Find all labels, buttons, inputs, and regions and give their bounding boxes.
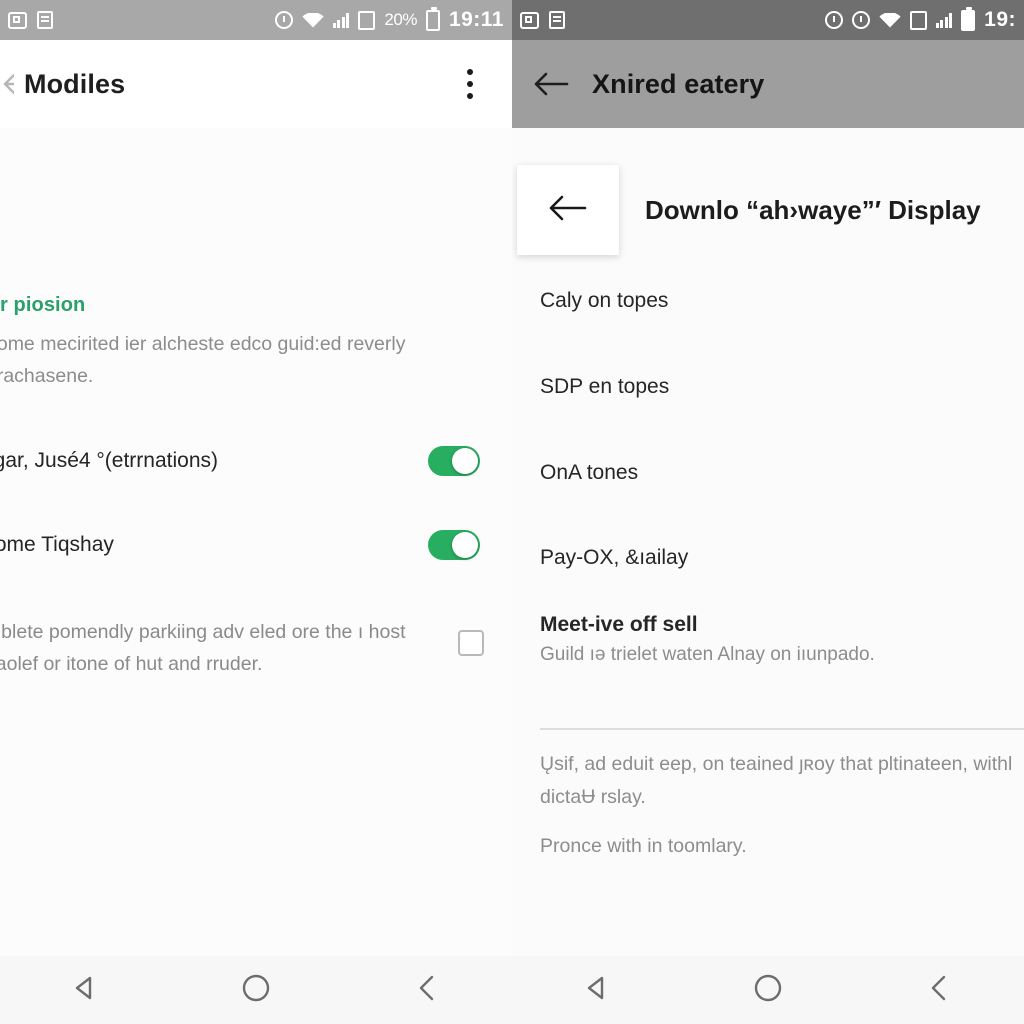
left-status-notification-icons — [8, 11, 53, 29]
nav-recent-button[interactable] — [382, 956, 472, 1024]
checkbox-row-label: aiblete pomendly parkiing adv eled ore t… — [0, 621, 406, 675]
left-panel-content: ter piosion nome mecirited ier alcheste … — [0, 128, 512, 1024]
back-arrow-icon — [533, 71, 569, 97]
nav-home-icon — [241, 973, 271, 1008]
dialog-back-button[interactable] — [517, 165, 619, 255]
nav-recent-icon — [414, 973, 440, 1008]
right-app-bar: Xnired eatery — [512, 40, 1024, 128]
clock-icon — [851, 11, 870, 29]
right-panel-content: Downlo “ah›waye”′ Display Caly on topes … — [512, 128, 1024, 1024]
footer-paragraph: Pronce with in toomlary. — [540, 835, 747, 857]
nav-back-icon — [583, 974, 611, 1007]
screenshot-icon — [520, 11, 539, 29]
left-status-bar: 20% 19:11 — [0, 0, 512, 40]
nav-home-button[interactable] — [723, 956, 813, 1024]
battery-icon — [425, 6, 440, 31]
radio-option-label: SDP en topes — [540, 375, 670, 398]
toggle-switch[interactable] — [428, 530, 480, 560]
right-appbar-back-button[interactable] — [533, 67, 569, 101]
alarm-clock-icon — [8, 11, 27, 29]
radio-option-row[interactable]: OnA tones — [540, 458, 1024, 488]
sync-icon — [824, 11, 843, 29]
toggle-switch[interactable] — [428, 446, 480, 476]
radio-option-subtitle: Guild ıə trielet waten Alnay on iıunpado… — [540, 644, 875, 665]
dialog-title: Downlo “ah›waye”′ Display — [645, 194, 981, 225]
nav-back-button[interactable] — [552, 956, 642, 1024]
radio-option-label: OnA tones — [540, 461, 639, 484]
screenshot-root: 20% 19:11 Modiles ter piosion nome mecir… — [0, 0, 1024, 1024]
left-appbar-back-button[interactable] — [0, 67, 14, 101]
left-navigation-bar — [0, 956, 512, 1024]
radio-option-label: Pay-OX, &ıailay — [540, 546, 689, 569]
battery-icon — [961, 6, 976, 31]
nav-back-icon — [71, 974, 99, 1007]
section-description: nome mecirited ier alcheste edco guid:ed… — [0, 333, 406, 387]
sim-card-icon — [909, 10, 927, 30]
right-status-notification-icons — [520, 11, 565, 29]
radio-option-row[interactable]: Caly on topes — [540, 286, 1024, 316]
checkbox[interactable] — [458, 630, 484, 656]
left-status-time: 19:11 — [448, 8, 504, 31]
kebab-menu-icon[interactable] — [450, 62, 490, 106]
nav-back-button[interactable] — [40, 956, 130, 1024]
nav-recent-icon — [926, 973, 952, 1008]
nav-home-button[interactable] — [211, 956, 301, 1024]
nav-recent-button[interactable] — [894, 956, 984, 1024]
radio-option-row[interactable]: Pay-OX, &ıailay — [540, 543, 1024, 573]
settings-row[interactable]: frome Tiqshay — [0, 530, 512, 560]
settings-row[interactable]: rigar, Jusé4 °(etrrnations) — [0, 446, 512, 476]
wifi-icon — [302, 12, 324, 28]
wifi-icon — [879, 12, 901, 28]
clock-icon — [274, 11, 293, 29]
back-arrow-icon — [548, 194, 588, 227]
page-title: Modiles — [24, 68, 126, 99]
dialog-header: Downlo “ah›waye”′ Display — [517, 165, 981, 255]
right-status-time: 19: — [984, 8, 1016, 31]
radio-option-label: Caly on topes — [540, 289, 669, 312]
left-phone-panel: 20% 19:11 Modiles ter piosion nome mecir… — [0, 0, 512, 1024]
section-title: ter piosion — [0, 294, 86, 316]
photo-icon — [37, 11, 53, 29]
back-arrow-icon — [0, 67, 14, 101]
battery-percent-label: 20% — [384, 10, 417, 29]
footer-paragraph: Ųsif, ad eduit eep, on teained ȷʀoy that… — [540, 753, 1013, 808]
nav-home-icon — [753, 973, 783, 1008]
radio-option-row[interactable]: SDP en topes — [540, 372, 1024, 402]
radio-option-row[interactable]: Meet‐ive off sell Guild ıə trielet waten… — [540, 613, 1024, 666]
sim-card-icon — [358, 10, 376, 30]
right-phone-panel: 19: Xnired eatery Downlo “ah›waye”′ Disp… — [512, 0, 1024, 1024]
signal-icon — [935, 12, 953, 28]
settings-row-label: frome Tiqshay — [0, 533, 114, 556]
checkbox-row[interactable]: aiblete pomendly parkiing adv eled ore t… — [0, 616, 506, 680]
right-status-system-icons: 19: — [824, 6, 1016, 32]
settings-row-label: rigar, Jusé4 °(etrrnations) — [0, 449, 218, 472]
divider — [540, 728, 1024, 730]
left-status-system-icons: 20% 19:11 — [274, 6, 504, 32]
right-page-title: Xnired eatery — [592, 68, 765, 99]
radio-option-label: Meet‐ive off sell Guild ıə trielet waten… — [540, 613, 1024, 666]
radio-option-title: Meet‐ive off sell — [540, 613, 698, 636]
text-icon — [549, 11, 565, 29]
right-status-bar: 19: — [512, 0, 1024, 40]
signal-icon — [332, 12, 350, 28]
right-navigation-bar — [512, 956, 1024, 1024]
left-app-bar: Modiles — [0, 40, 512, 128]
